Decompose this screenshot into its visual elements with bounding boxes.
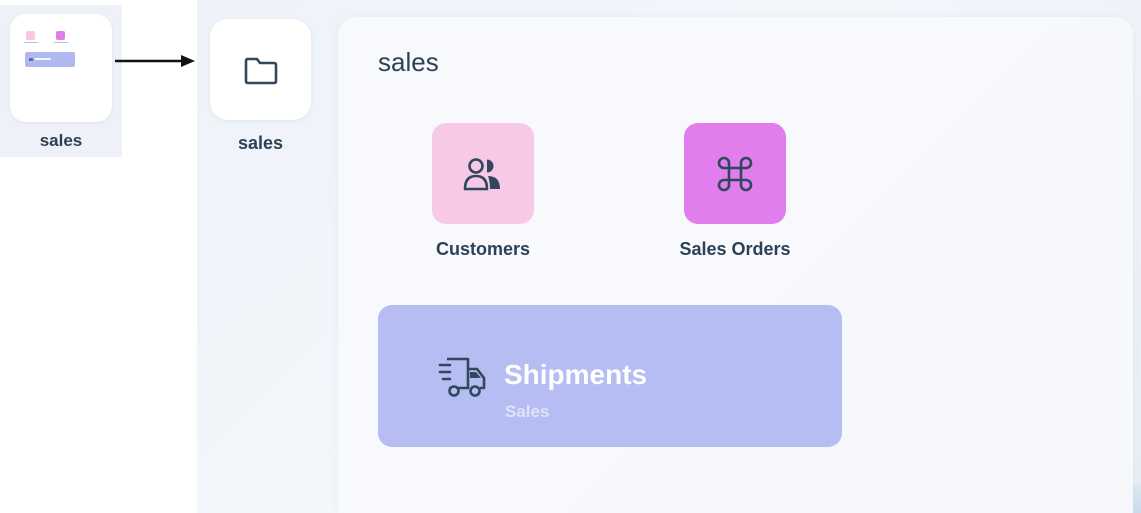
shipments-widget[interactable]: Shipments Sales <box>378 305 842 447</box>
shipments-widget-subtitle: Sales <box>505 402 550 421</box>
folder-icon <box>244 57 277 84</box>
folder-tile[interactable] <box>210 19 311 120</box>
truck-icon <box>438 357 486 397</box>
mini-customers-caption <box>24 42 38 43</box>
collapsed-folder-label: sales <box>39 131 83 150</box>
mini-customers-tile <box>26 31 35 40</box>
folder-panel: sales Customers Sales Orders Shipments S… <box>338 17 1133 513</box>
customers-app-tile[interactable] <box>432 123 534 224</box>
collapsed-folder-tile[interactable] <box>10 14 112 122</box>
shipments-widget-title: Shipments <box>504 359 648 390</box>
arrow-right-icon <box>115 55 195 67</box>
users-icon <box>463 157 500 190</box>
mini-shipments-widget <box>25 52 75 67</box>
panel-title: sales <box>378 47 439 77</box>
sales-orders-app-label: Sales Orders <box>679 239 791 259</box>
sales-orders-app-tile[interactable] <box>684 123 786 224</box>
command-icon <box>717 156 753 191</box>
mini-sales-orders-tile <box>56 31 65 40</box>
collapsed-folder-preview: sales <box>0 5 122 157</box>
folder-label: sales <box>237 133 284 153</box>
customers-app-label: Customers <box>435 239 531 259</box>
mini-sales-orders-caption <box>54 42 68 43</box>
